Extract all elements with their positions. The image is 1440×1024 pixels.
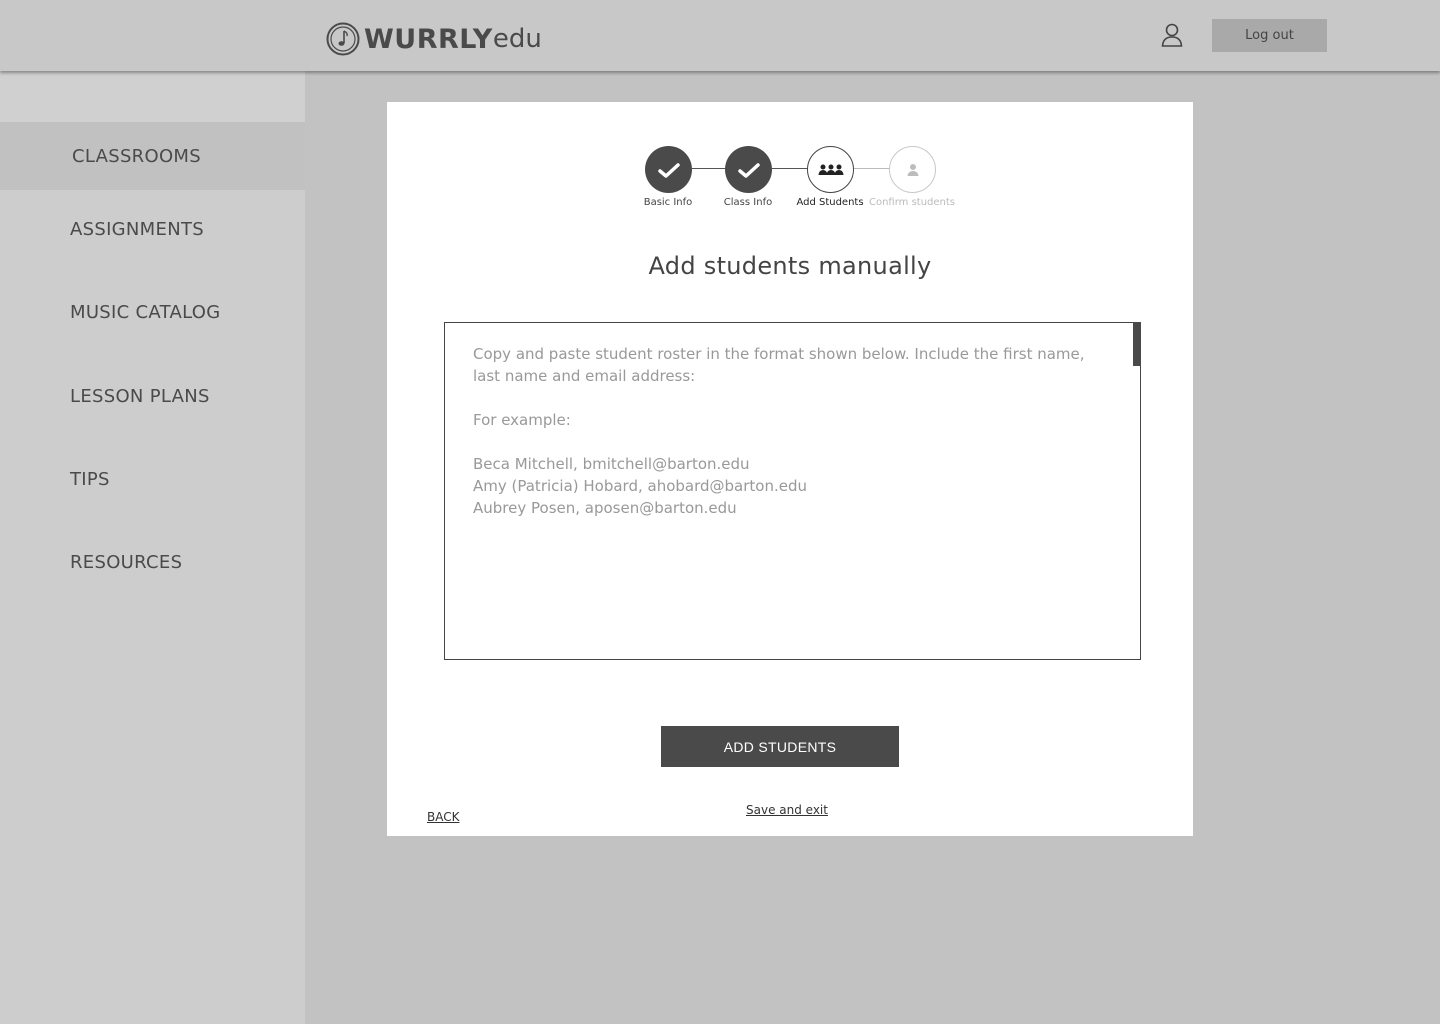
sidebar: CLASSROOMS ASSIGNMENTS MUSIC CATALOG LES… xyxy=(0,71,305,1024)
check-icon xyxy=(737,162,760,178)
step-basic-info[interactable] xyxy=(645,146,692,193)
sidebar-item-label: LESSON PLANS xyxy=(70,386,210,407)
step-confirm-students[interactable] xyxy=(889,146,936,193)
back-link[interactable]: BACK xyxy=(427,810,459,824)
sidebar-item-label: CLASSROOMS xyxy=(72,146,201,167)
sidebar-top-spacer xyxy=(0,71,305,122)
sidebar-item-classrooms[interactable]: CLASSROOMS xyxy=(0,122,305,190)
wurrly-logo[interactable]: WURRLY edu xyxy=(326,21,542,57)
step-label-class-info: Class Info xyxy=(723,197,773,208)
check-icon xyxy=(657,162,680,178)
step-class-info[interactable] xyxy=(725,146,772,193)
group-icon xyxy=(818,164,843,175)
logo-mark-icon xyxy=(326,22,360,56)
logo-wordmark: WURRLY xyxy=(364,23,493,55)
step-label-confirm-students: Confirm students xyxy=(868,197,956,208)
sidebar-item-label: ASSIGNMENTS xyxy=(70,219,204,240)
step-connector xyxy=(854,168,890,169)
step-label-basic-info: Basic Info xyxy=(643,197,693,208)
roster-placeholder: Copy and paste student roster in the for… xyxy=(473,345,1085,517)
user-profile-icon[interactable] xyxy=(1160,22,1184,48)
step-add-students[interactable] xyxy=(807,146,854,193)
person-icon xyxy=(907,163,918,176)
progress-stepper: Basic Info Class Info Add Students Confi… xyxy=(387,102,1193,222)
scrollbar-thumb[interactable] xyxy=(1133,322,1141,366)
step-connector xyxy=(692,168,728,169)
page-title: Add students manually xyxy=(648,252,932,280)
step-connector xyxy=(772,168,808,169)
roster-textarea[interactable]: Copy and paste student roster in the for… xyxy=(444,322,1141,660)
sidebar-item-label: MUSIC CATALOG xyxy=(70,302,221,323)
top-header: WURRLY edu Log out xyxy=(0,0,1440,71)
step-label-add-students: Add Students xyxy=(796,197,864,208)
add-students-card: Basic Info Class Info Add Students Confi… xyxy=(387,102,1193,836)
save-and-exit-link[interactable]: Save and exit xyxy=(746,803,828,817)
sidebar-item-label: TIPS xyxy=(70,469,110,490)
logout-button[interactable]: Log out xyxy=(1212,19,1327,52)
sidebar-item-label: RESOURCES xyxy=(70,552,183,573)
logo-suffix: edu xyxy=(492,24,542,54)
add-students-button[interactable]: ADD STUDENTS xyxy=(661,726,899,767)
